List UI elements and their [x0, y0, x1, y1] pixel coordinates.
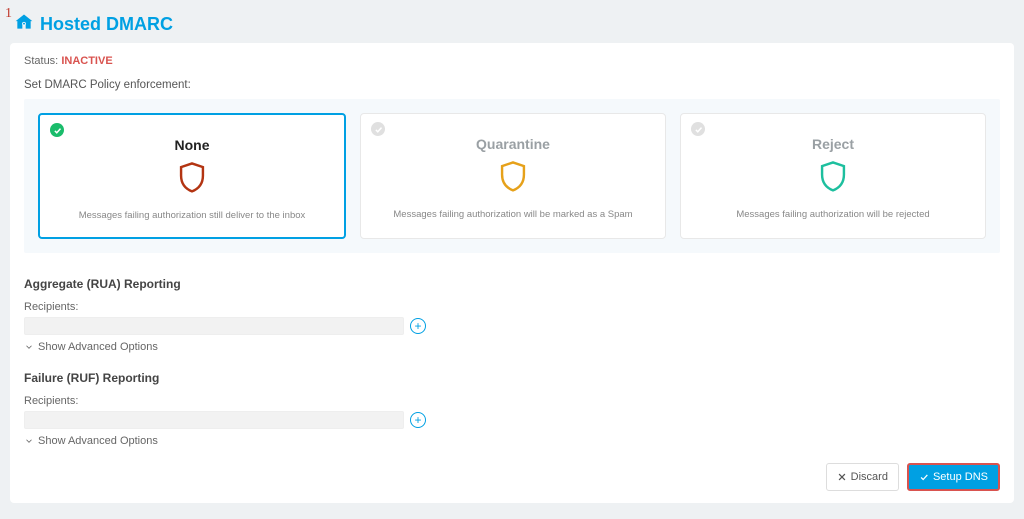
- policy-desc: Messages failing authorization still del…: [50, 210, 334, 221]
- ruf-heading: Failure (RUF) Reporting: [24, 371, 1000, 385]
- rua-input-row: +: [24, 317, 1000, 335]
- status-value: INACTIVE: [61, 55, 112, 67]
- main-card: Status: INACTIVE Set DMARC Policy enforc…: [10, 43, 1014, 503]
- add-rua-recipient-button[interactable]: +: [410, 318, 426, 334]
- policy-option-none[interactable]: None Messages failing authorization stil…: [38, 113, 346, 239]
- policy-desc: Messages failing authorization will be m…: [371, 209, 655, 220]
- ruf-recipients-input[interactable]: [24, 411, 404, 429]
- policy-label: Set DMARC Policy enforcement:: [24, 79, 1000, 91]
- policy-title: Reject: [691, 136, 975, 152]
- footer-actions: Discard Setup DNS: [826, 463, 1000, 491]
- home-icon: [14, 12, 34, 37]
- discard-button[interactable]: Discard: [826, 463, 899, 491]
- rua-heading: Aggregate (RUA) Reporting: [24, 277, 1000, 291]
- shield-icon: [818, 160, 848, 194]
- rua-advanced-toggle[interactable]: Show Advanced Options: [24, 341, 1000, 353]
- chevron-down-icon: [24, 342, 34, 352]
- discard-label: Discard: [851, 471, 888, 483]
- rua-advanced-label: Show Advanced Options: [38, 341, 158, 353]
- status-line: Status: INACTIVE: [24, 55, 1000, 67]
- rua-recipients-label: Recipients:: [24, 301, 1000, 313]
- policy-desc: Messages failing authorization will be r…: [691, 209, 975, 220]
- page-header: Hosted DMARC: [10, 12, 1014, 37]
- ruf-input-row: +: [24, 411, 1000, 429]
- step-indicator: 1: [5, 6, 12, 22]
- add-ruf-recipient-button[interactable]: +: [410, 412, 426, 428]
- page-root: Hosted DMARC Status: INACTIVE Set DMARC …: [0, 0, 1024, 513]
- rua-recipients-input[interactable]: [24, 317, 404, 335]
- close-icon: [837, 472, 847, 482]
- policy-title: Quarantine: [371, 136, 655, 152]
- check-icon: [691, 122, 705, 136]
- ruf-advanced-toggle[interactable]: Show Advanced Options: [24, 435, 1000, 447]
- shield-icon: [498, 160, 528, 194]
- ruf-advanced-label: Show Advanced Options: [38, 435, 158, 447]
- policy-option-quarantine[interactable]: Quarantine Messages failing authorizatio…: [360, 113, 666, 239]
- setup-dns-button[interactable]: Setup DNS: [907, 463, 1000, 491]
- policy-option-reject[interactable]: Reject Messages failing authorization wi…: [680, 113, 986, 239]
- shield-icon: [177, 161, 207, 195]
- policy-title: None: [50, 137, 334, 153]
- status-label: Status:: [24, 55, 58, 67]
- chevron-down-icon: [24, 436, 34, 446]
- setup-dns-label: Setup DNS: [933, 471, 988, 483]
- check-icon: [371, 122, 385, 136]
- page-title: Hosted DMARC: [40, 14, 173, 35]
- check-icon: [919, 472, 929, 482]
- policy-row: None Messages failing authorization stil…: [38, 113, 986, 239]
- ruf-recipients-label: Recipients:: [24, 395, 1000, 407]
- check-icon: [50, 123, 64, 137]
- policy-area: None Messages failing authorization stil…: [24, 99, 1000, 253]
